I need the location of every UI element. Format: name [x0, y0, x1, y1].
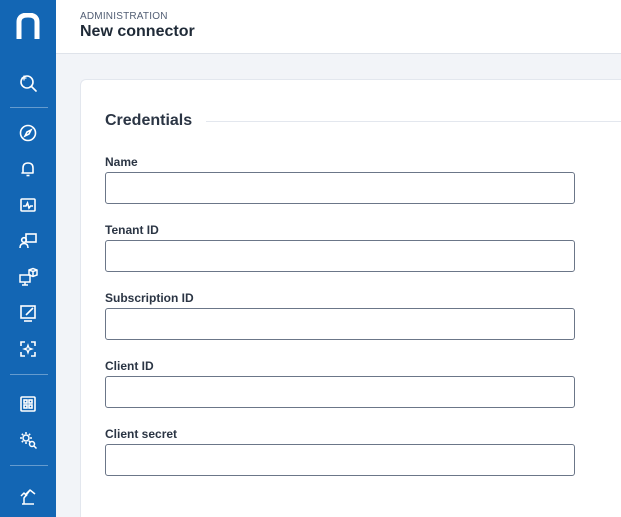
search-sparkle-icon[interactable]	[16, 70, 40, 94]
name-label: Name	[105, 155, 138, 169]
page-header: ADMINISTRATION New connector	[56, 0, 621, 54]
activity-monitor-icon[interactable]	[16, 193, 40, 217]
client-id-label: Client ID	[105, 359, 154, 373]
client-secret-field[interactable]	[105, 444, 575, 476]
subscription-id-field[interactable]	[105, 308, 575, 340]
bell-icon[interactable]	[16, 157, 40, 181]
section-title: Credentials	[105, 112, 193, 129]
sidebar-divider	[10, 374, 48, 375]
breadcrumb[interactable]: ADMINISTRATION	[80, 11, 168, 22]
credentials-card: Credentials Name Tenant ID Subscription …	[80, 79, 621, 517]
page-title: New connector	[80, 23, 195, 40]
subscription-id-label: Subscription ID	[105, 291, 194, 305]
app-logo[interactable]	[0, 0, 56, 52]
section-divider	[206, 121, 621, 122]
sidebar-divider	[10, 465, 48, 466]
sidebar	[0, 0, 56, 517]
apps-grid-icon[interactable]	[16, 392, 40, 416]
name-field[interactable]	[105, 172, 575, 204]
tenant-id-label: Tenant ID	[105, 223, 159, 237]
client-secret-label: Client secret	[105, 427, 178, 441]
users-presentation-icon[interactable]	[16, 229, 40, 253]
scan-sparkle-icon[interactable]	[16, 337, 40, 361]
client-id-field[interactable]	[105, 376, 575, 408]
crane-icon[interactable]	[16, 484, 40, 508]
tenant-id-field[interactable]	[105, 240, 575, 272]
devices-cube-icon[interactable]	[16, 265, 40, 289]
compass-icon[interactable]	[16, 121, 40, 145]
sidebar-divider	[10, 107, 48, 108]
edit-display-icon[interactable]	[16, 301, 40, 325]
gear-search-icon[interactable]	[16, 428, 40, 452]
logo-icon	[16, 13, 40, 39]
